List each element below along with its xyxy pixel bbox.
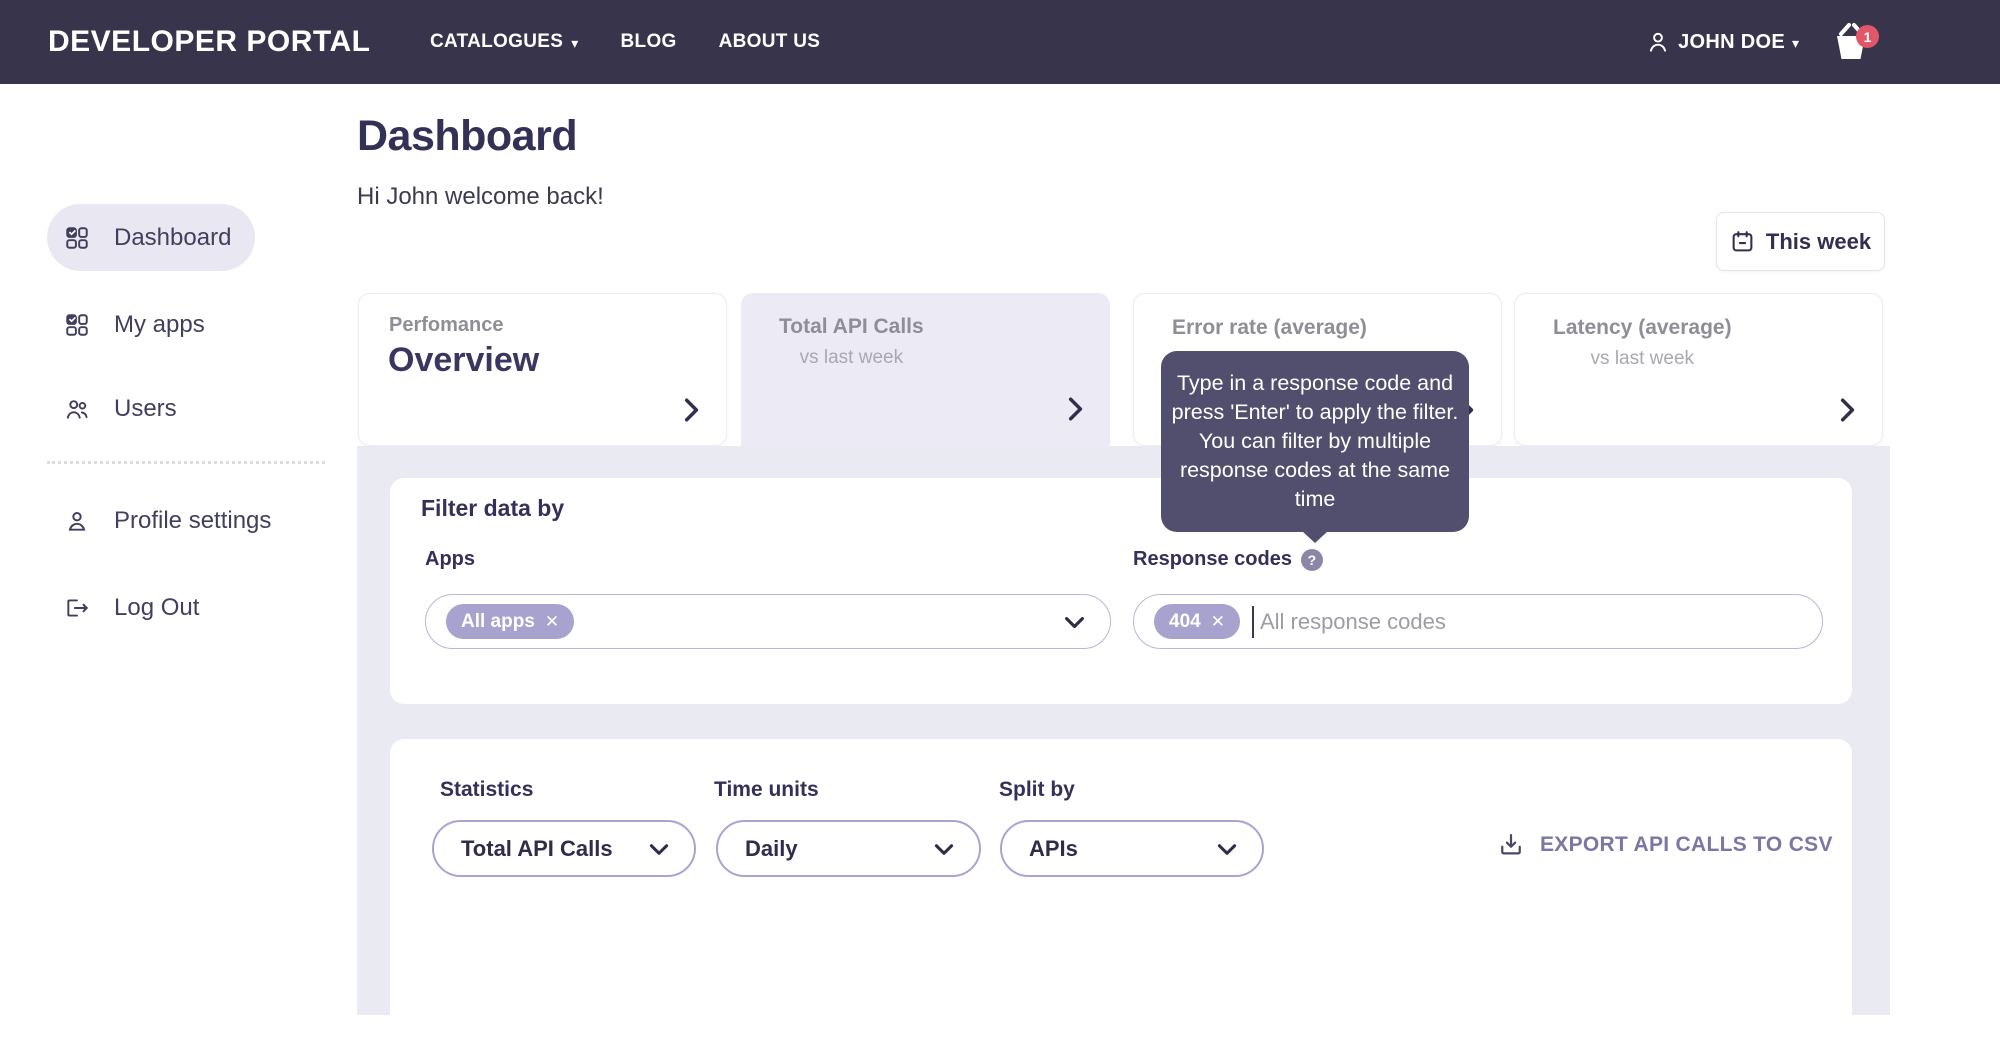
- user-menu[interactable]: JOHN DOE ▾: [1645, 29, 1799, 55]
- chevron-right-icon: [678, 394, 704, 426]
- input-placeholder: All response codes: [1260, 609, 1446, 635]
- export-csv-button[interactable]: EXPORT API CALLS TO CSV: [1497, 831, 1833, 859]
- chevron-down-icon: ▾: [1792, 36, 1799, 50]
- chevron-down-icon: [646, 836, 672, 862]
- chevron-right-icon: [1062, 393, 1088, 425]
- chevron-down-icon: [931, 836, 957, 862]
- sidebar-item-log-out[interactable]: Log Out: [0, 581, 330, 635]
- user-icon: [1645, 29, 1671, 55]
- user-name: JOHN DOE: [1678, 31, 1785, 54]
- period-selector-button[interactable]: This week: [1716, 212, 1885, 271]
- calendar-icon: [1730, 229, 1755, 254]
- card-title: Latency (average): [1553, 316, 1732, 340]
- card-subtitle: vs last week: [1553, 348, 1732, 370]
- time-units-label: Time units: [714, 778, 819, 802]
- filter-heading: Filter data by: [421, 495, 564, 522]
- brand-logo: DEVELOPER PORTAL: [48, 25, 370, 59]
- top-navbar: DEVELOPER PORTAL CATALOGUES ▾ BLOG ABOUT…: [0, 0, 2000, 84]
- profile-icon: [64, 508, 90, 534]
- nav-item-blog[interactable]: BLOG: [621, 31, 677, 53]
- filter-card: Filter data by Apps All apps ✕ Response …: [390, 478, 1852, 704]
- apps-chip: All apps ✕: [446, 604, 574, 639]
- statistics-dropdown[interactable]: Total API Calls: [432, 820, 696, 877]
- card-total-api-calls[interactable]: Total API Calls vs last week: [741, 293, 1110, 447]
- nav-menu: CATALOGUES ▾ BLOG ABOUT US: [430, 0, 820, 84]
- nav-item-catalogues[interactable]: CATALOGUES ▾: [430, 31, 579, 53]
- help-icon[interactable]: ?: [1301, 549, 1323, 571]
- nav-item-about-us[interactable]: ABOUT US: [719, 31, 821, 53]
- card-latency[interactable]: Latency (average) vs last week: [1514, 293, 1883, 446]
- card-subtitle: vs last week: [779, 347, 924, 369]
- chevron-down-icon: [1214, 836, 1240, 862]
- tooltip-arrow: [1302, 531, 1328, 543]
- sidebar-item-profile-settings[interactable]: Profile settings: [0, 494, 330, 548]
- apps-select[interactable]: All apps ✕: [425, 594, 1111, 649]
- sidebar-item-dashboard[interactable]: Dashboard: [0, 211, 330, 265]
- card-title: Total API Calls: [779, 315, 924, 339]
- statistics-label: Statistics: [440, 778, 533, 802]
- download-icon: [1497, 831, 1525, 859]
- response-codes-label: Response codes ?: [1133, 548, 1323, 571]
- text-cursor: [1252, 606, 1254, 638]
- response-codes-input[interactable]: 404 ✕ All response codes: [1133, 594, 1823, 649]
- apps-grid-icon: [64, 312, 90, 338]
- statistics-card: Statistics Time units Split by Total API…: [390, 739, 1852, 1039]
- sidebar-divider: [47, 461, 325, 464]
- card-title: Perfomance: [389, 314, 726, 337]
- chevron-down-icon: [1061, 608, 1088, 635]
- chevron-down-icon: ▾: [571, 36, 578, 50]
- card-big-label: Overview: [388, 341, 726, 380]
- sidebar-item-users[interactable]: Users: [0, 382, 330, 436]
- logout-icon: [64, 595, 90, 621]
- dashboard-grid-icon: [64, 225, 90, 251]
- split-by-label: Split by: [999, 778, 1075, 802]
- card-performance-overview[interactable]: Perfomance Overview: [358, 293, 727, 446]
- response-code-chip: 404 ✕: [1154, 604, 1240, 639]
- apps-label: Apps: [425, 548, 475, 571]
- basket-button[interactable]: 1: [1829, 18, 1873, 66]
- split-by-dropdown[interactable]: APIs: [1000, 820, 1264, 877]
- chevron-right-icon: [1834, 394, 1860, 426]
- page-title: Dashboard: [357, 112, 577, 161]
- users-icon: [64, 396, 90, 422]
- card-title: Error rate (average): [1172, 316, 1367, 340]
- sidebar-item-my-apps[interactable]: My apps: [0, 298, 330, 352]
- basket-count-badge: 1: [1856, 25, 1879, 48]
- time-units-dropdown[interactable]: Daily: [716, 820, 981, 877]
- sidebar: Dashboard My apps Users: [0, 84, 330, 1015]
- chip-remove-icon[interactable]: ✕: [545, 613, 559, 630]
- response-codes-tooltip: Type in a response code and press 'Enter…: [1161, 351, 1469, 532]
- chip-remove-icon[interactable]: ✕: [1211, 613, 1225, 630]
- greeting-text: Hi John welcome back!: [357, 183, 604, 211]
- nav-user-area: JOHN DOE ▾ 1: [1645, 0, 1873, 84]
